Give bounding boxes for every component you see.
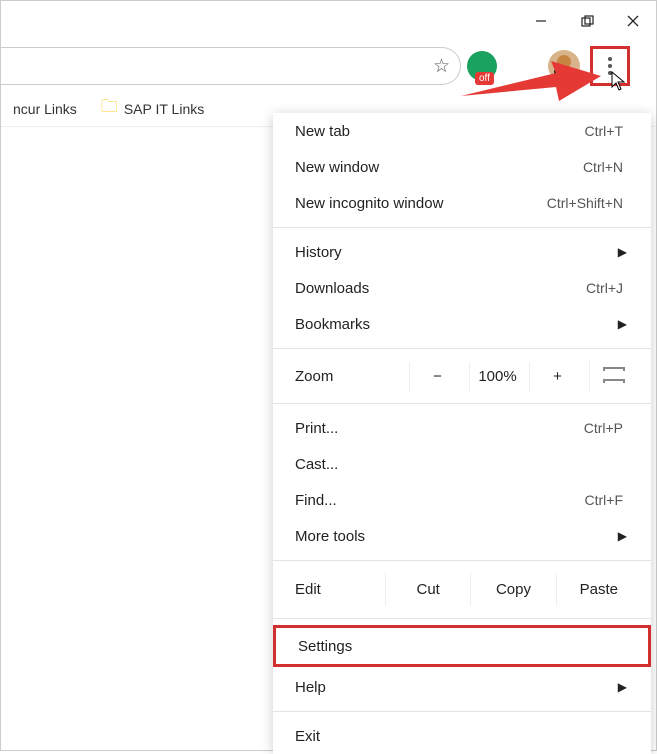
paste-button[interactable]: Paste xyxy=(556,573,641,606)
menu-label: Help xyxy=(295,679,618,696)
menu-label: Downloads xyxy=(295,280,586,297)
menu-history[interactable]: History ▶ xyxy=(273,234,651,270)
menu-bookmarks[interactable]: Bookmarks ▶ xyxy=(273,306,651,342)
menu-label: History xyxy=(295,244,618,261)
menu-incognito[interactable]: New incognito window Ctrl+Shift+N xyxy=(273,185,651,221)
bookmark-label: ncur Links xyxy=(13,101,77,117)
folder-icon: 🗀 xyxy=(101,94,118,123)
menu-label: More tools xyxy=(295,528,618,545)
window-titlebar xyxy=(1,1,656,41)
chrome-menu: New tab Ctrl+T New window Ctrl+N New inc… xyxy=(273,113,651,754)
menu-accel: Ctrl+P xyxy=(584,420,629,436)
menu-label: Settings xyxy=(298,638,626,655)
chevron-right-icon: ▶ xyxy=(618,317,629,331)
menu-label: Exit xyxy=(295,728,629,745)
cursor-icon xyxy=(611,71,627,93)
menu-more-tools[interactable]: More tools ▶ xyxy=(273,518,651,554)
profile-avatar[interactable] xyxy=(548,50,580,82)
menu-exit[interactable]: Exit xyxy=(273,718,651,754)
zoom-value: 100% xyxy=(469,362,525,391)
menu-label: Bookmarks xyxy=(295,316,618,333)
kebab-icon xyxy=(608,57,612,75)
menu-label: Find... xyxy=(295,492,585,509)
menu-zoom-row: Zoom − 100% + xyxy=(273,355,651,397)
zoom-in-button[interactable]: + xyxy=(529,362,585,391)
settings-highlight-box: Settings xyxy=(273,625,651,667)
menu-separator xyxy=(273,711,651,712)
menu-new-window[interactable]: New window Ctrl+N xyxy=(273,149,651,185)
close-button[interactable] xyxy=(610,1,656,41)
menu-label: New window xyxy=(295,159,583,176)
extension-off-badge: off xyxy=(475,72,494,85)
menu-separator xyxy=(273,560,651,561)
menu-help[interactable]: Help ▶ xyxy=(273,669,651,705)
zoom-label: Zoom xyxy=(295,368,405,385)
bookmark-folder[interactable]: 🗀 SAP IT Links xyxy=(93,90,212,127)
menu-new-tab[interactable]: New tab Ctrl+T xyxy=(273,113,651,149)
minimize-button[interactable] xyxy=(518,1,564,41)
menu-downloads[interactable]: Downloads Ctrl+J xyxy=(273,270,651,306)
chrome-menu-button[interactable] xyxy=(590,46,630,86)
menu-accel: Ctrl+Shift+N xyxy=(547,195,629,211)
maximize-button[interactable] xyxy=(564,1,610,41)
fullscreen-button[interactable] xyxy=(589,361,637,391)
menu-label: Cast... xyxy=(295,456,629,473)
menu-cast[interactable]: Cast... xyxy=(273,446,651,482)
chevron-right-icon: ▶ xyxy=(618,529,629,543)
menu-separator xyxy=(273,227,651,228)
zoom-out-button[interactable]: − xyxy=(409,362,465,391)
menu-accel: Ctrl+J xyxy=(586,280,629,296)
extension-icon[interactable]: off xyxy=(467,51,497,81)
menu-label: New tab xyxy=(295,123,585,140)
menu-separator xyxy=(273,618,651,619)
menu-find[interactable]: Find... Ctrl+F xyxy=(273,482,651,518)
browser-toolbar: ☆ off xyxy=(1,41,656,91)
menu-separator xyxy=(273,348,651,349)
menu-print[interactable]: Print... Ctrl+P xyxy=(273,410,651,446)
bookmark-item[interactable]: ncur Links xyxy=(5,97,85,121)
menu-accel: Ctrl+N xyxy=(583,159,629,175)
chevron-right-icon: ▶ xyxy=(618,680,629,694)
chevron-right-icon: ▶ xyxy=(618,245,629,259)
menu-label: New incognito window xyxy=(295,195,547,212)
bookmark-star-icon[interactable]: ☆ xyxy=(433,55,450,78)
bookmark-label: SAP IT Links xyxy=(124,101,204,117)
menu-separator xyxy=(273,403,651,404)
address-bar[interactable]: ☆ xyxy=(1,47,461,85)
menu-accel: Ctrl+T xyxy=(585,123,630,139)
menu-settings[interactable]: Settings xyxy=(276,628,648,664)
menu-label: Print... xyxy=(295,420,584,437)
edit-label: Edit xyxy=(295,581,385,598)
menu-accel: Ctrl+F xyxy=(585,492,630,508)
copy-button[interactable]: Copy xyxy=(470,573,555,606)
menu-edit-row: Edit Cut Copy Paste xyxy=(273,567,651,612)
cut-button[interactable]: Cut xyxy=(385,573,470,606)
fullscreen-icon xyxy=(605,367,623,381)
